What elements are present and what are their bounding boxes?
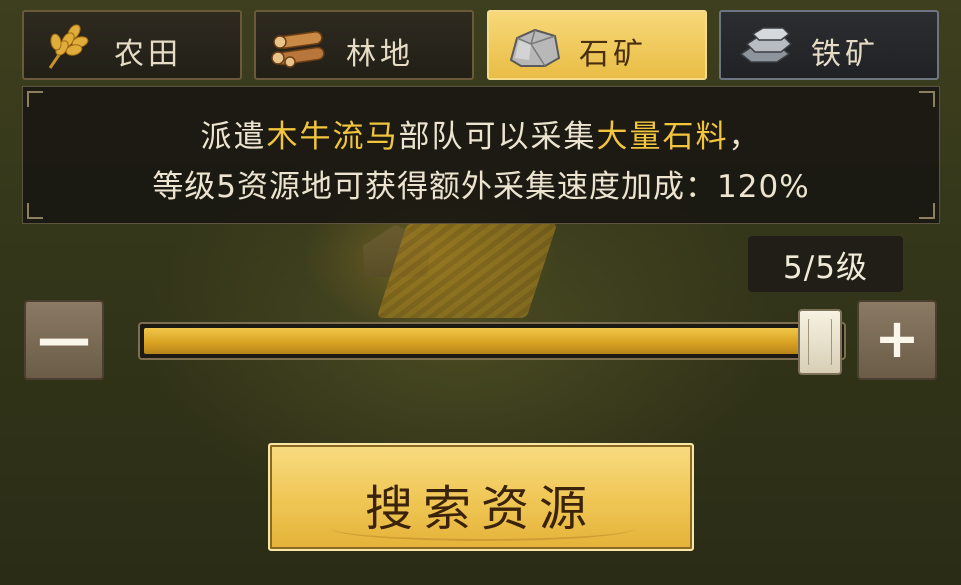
info-panel: 派遣木牛流马部队可以采集大量石料， 等级5资源地可获得额外采集速度加成：120%	[22, 86, 940, 224]
decrease-level-button[interactable]: —	[24, 300, 104, 380]
tab-iron[interactable]: 铁矿	[719, 10, 939, 80]
iron-ingot-icon	[739, 27, 793, 63]
logs-icon	[271, 31, 325, 68]
level-slider-fill	[144, 328, 808, 354]
tab-farmland[interactable]: 农田	[22, 10, 242, 80]
info-line-2: 等级5资源地可获得额外采集速度加成：120%	[152, 169, 810, 205]
increase-level-button[interactable]: +	[857, 300, 937, 380]
map-farmland	[376, 223, 558, 318]
resource-tabs: 农田 林地 石矿 铁矿	[22, 10, 940, 82]
tab-label: 铁矿	[811, 37, 879, 72]
wheat-icon	[48, 24, 89, 69]
corner-ornament	[27, 91, 43, 107]
resource-amount: 大量石料	[596, 119, 729, 155]
search-resource-button[interactable]: 搜索资源	[268, 443, 694, 551]
tab-stone[interactable]: 石矿	[487, 10, 707, 80]
info-text: 派遣	[200, 119, 267, 155]
level-indicator: 5/5级	[748, 236, 903, 292]
info-text: ，	[728, 119, 762, 155]
corner-ornament	[919, 91, 935, 107]
tab-label: 石矿	[579, 37, 647, 72]
tab-label: 林地	[346, 37, 414, 72]
info-line-1: 派遣木牛流马部队可以采集大量石料，	[23, 111, 939, 156]
tab-label: 农田	[114, 37, 182, 72]
level-slider-handle[interactable]	[798, 309, 842, 375]
tab-forest[interactable]: 林地	[254, 10, 474, 80]
stone-icon	[509, 28, 561, 67]
unit-name: 木牛流马	[266, 119, 399, 155]
search-resource-label: 搜索资源	[364, 481, 597, 537]
info-text: 部队可以采集	[398, 119, 597, 155]
level-slider-track[interactable]	[138, 322, 846, 360]
